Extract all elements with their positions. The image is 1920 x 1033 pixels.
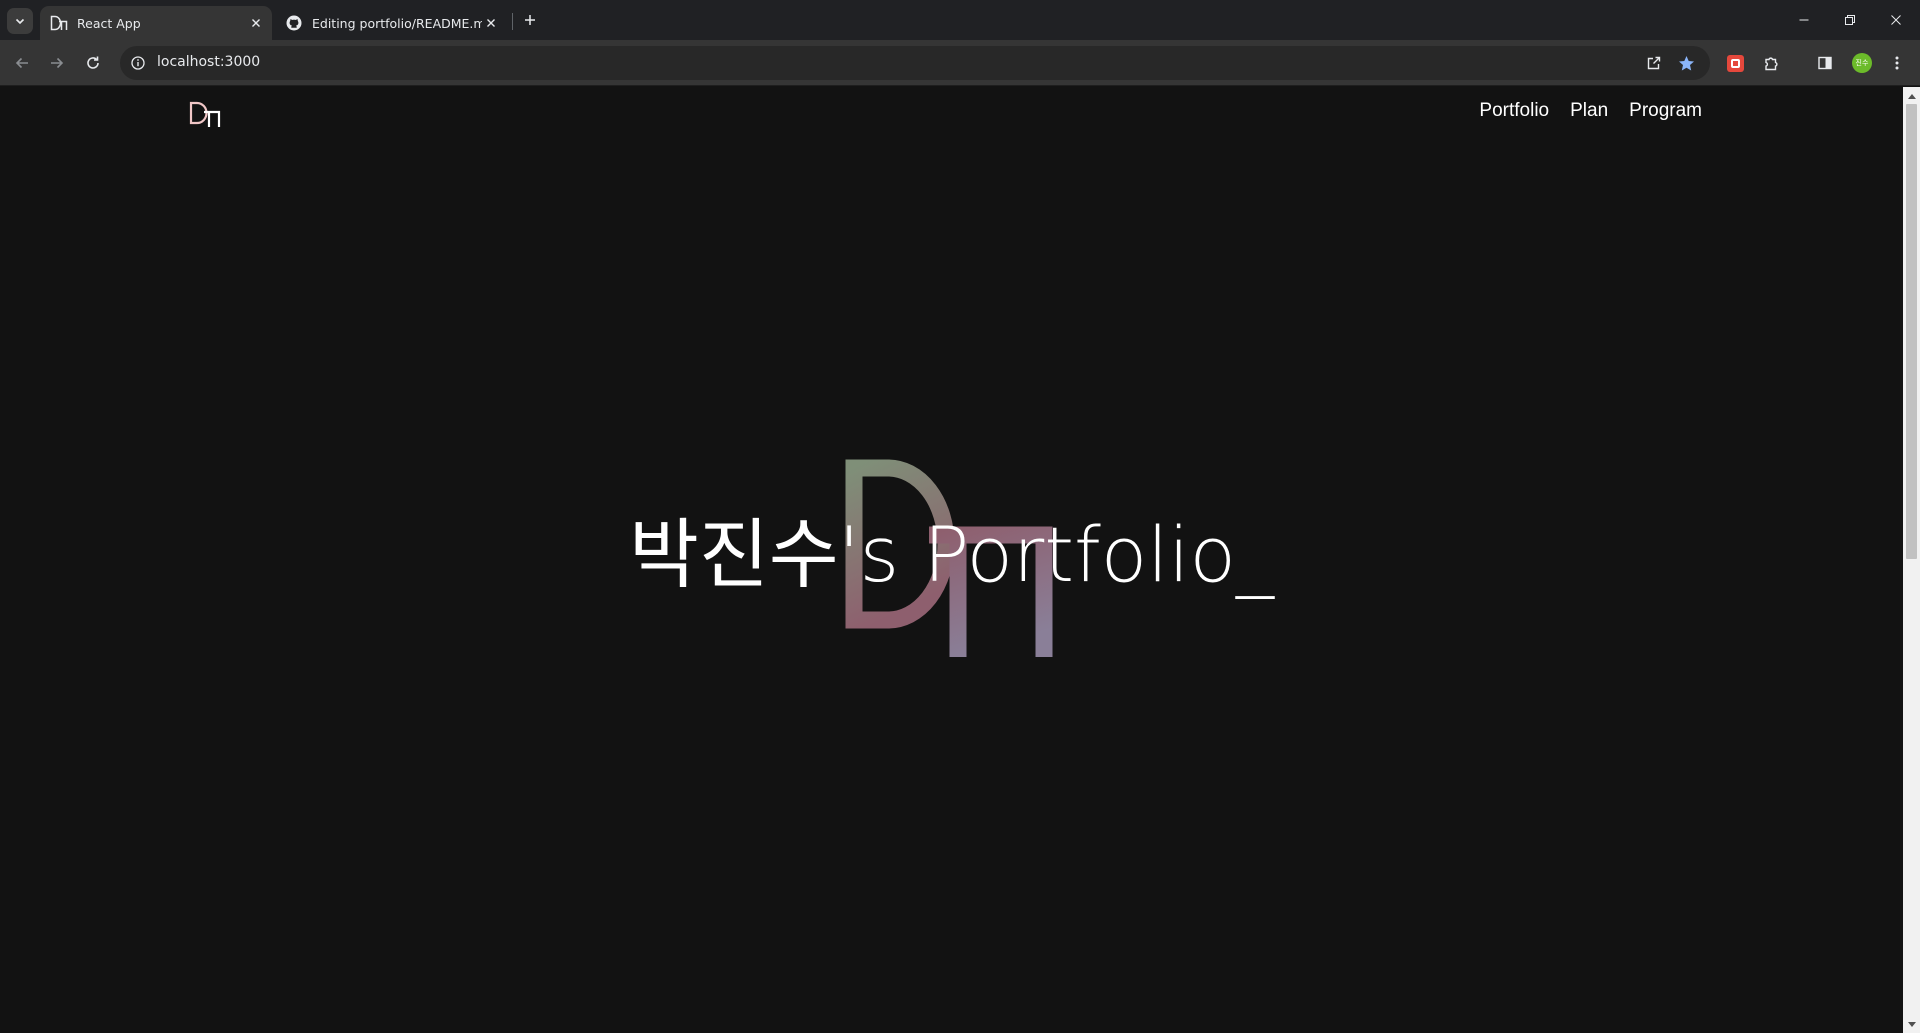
close-window-button[interactable]: [1882, 8, 1910, 32]
address-bar[interactable]: localhost:3000: [120, 46, 1710, 80]
nav-program-link[interactable]: Program: [1629, 100, 1702, 122]
reload-icon: [87, 56, 99, 69]
minimize-button[interactable]: [1790, 8, 1818, 32]
triangle-up-icon: [1907, 93, 1916, 99]
browser-toolbar: localhost:3000 진수: [0, 40, 1920, 112]
minimize-icon: [1799, 19, 1809, 21]
forward-button[interactable]: [45, 51, 69, 75]
extension-button[interactable]: [1723, 51, 1747, 75]
extension-app-icon: [1726, 54, 1744, 72]
arrow-right-icon: [51, 57, 64, 69]
open-in-new-window-button[interactable]: [1642, 51, 1666, 75]
nav-plan-link[interactable]: Plan: [1570, 100, 1608, 122]
external-link-icon: [1647, 56, 1661, 70]
star-icon: [1678, 55, 1694, 70]
scroll-thumb[interactable]: [1906, 104, 1917, 559]
plus-icon: [525, 15, 535, 25]
puzzle-icon: [1764, 56, 1778, 70]
arrow-left-icon: [15, 57, 28, 69]
chevron-down-icon: [15, 18, 25, 25]
restore-icon: [1845, 15, 1855, 25]
close-icon[interactable]: [483, 15, 499, 31]
extensions-menu-button[interactable]: [1759, 51, 1783, 75]
url-text: localhost:3000: [157, 54, 261, 70]
nav-portfolio-link[interactable]: Portfolio: [1479, 100, 1549, 122]
scroll-down-button[interactable]: [1903, 1016, 1920, 1033]
github-icon: [285, 14, 303, 32]
site-nav: Portfolio Plan Program: [1479, 100, 1702, 122]
page-viewport: Portfolio Plan Program 박진수's Portfolio_: [0, 87, 1903, 1033]
site-info-icon[interactable]: [129, 54, 147, 72]
bookmark-button[interactable]: [1674, 51, 1698, 75]
scrollbar[interactable]: [1903, 87, 1920, 1033]
browser-menu-button[interactable]: [1885, 51, 1909, 75]
close-icon[interactable]: [248, 15, 264, 31]
hero-title: 박진수's Portfolio_: [628, 510, 1275, 599]
tab-title: Editing portfolio/README.md: [312, 15, 482, 31]
tab-divider: [512, 13, 513, 30]
back-button[interactable]: [10, 51, 34, 75]
more-vert-icon: [1895, 56, 1899, 70]
triangle-down-icon: [1907, 1021, 1916, 1027]
close-icon: [1891, 15, 1901, 25]
avatar: 진수: [1852, 53, 1872, 73]
scroll-up-button[interactable]: [1903, 87, 1920, 104]
side-panel-icon: [1818, 56, 1832, 70]
profile-button[interactable]: 진수: [1850, 51, 1874, 75]
tab-bar: React App Editing portfolio/README.md: [0, 0, 1920, 40]
dh-logo-icon: [50, 14, 68, 32]
reload-button[interactable]: [81, 51, 105, 75]
tab-title: React App: [77, 15, 141, 31]
restore-button[interactable]: [1836, 8, 1864, 32]
tab-search-button[interactable]: [7, 8, 33, 34]
tab-readme[interactable]: Editing portfolio/README.md: [275, 6, 507, 40]
dh-logo-icon[interactable]: [188, 99, 222, 127]
side-panel-button[interactable]: [1813, 51, 1837, 75]
tab-react-app[interactable]: React App: [40, 6, 272, 40]
new-tab-button[interactable]: [520, 10, 540, 30]
